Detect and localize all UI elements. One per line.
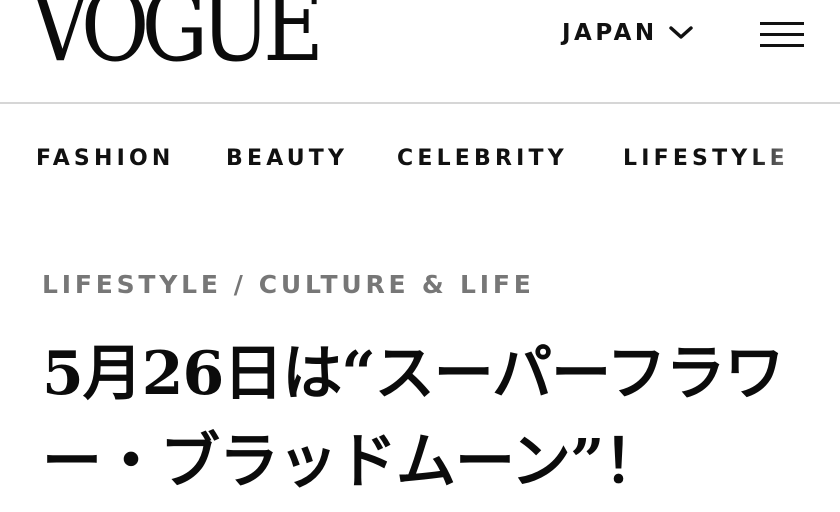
- menu-line: [760, 33, 804, 36]
- edition-label: JAPAN: [562, 20, 658, 46]
- menu-line: [760, 44, 804, 47]
- site-header: VOGUE JAPAN: [0, 0, 840, 104]
- nav-item-beauty[interactable]: BEAUTY: [226, 140, 348, 178]
- nav-item-lifestyle[interactable]: LIFESTYLE: [623, 140, 789, 178]
- breadcrumb-section-link[interactable]: LIFESTYLE: [42, 270, 222, 299]
- hamburger-menu-icon[interactable]: [760, 20, 806, 50]
- breadcrumb: LIFESTYLE / CULTURE & LIFE: [42, 266, 535, 304]
- breadcrumb-separator: /: [233, 270, 247, 299]
- nav-item-celebrity[interactable]: CELEBRITY: [397, 140, 568, 178]
- breadcrumb-subsection-link[interactable]: CULTURE & LIFE: [259, 270, 535, 299]
- edition-selector[interactable]: JAPAN: [562, 16, 694, 50]
- menu-line: [760, 22, 804, 25]
- main-navigation: FASHION BEAUTY CELEBRITY LIFESTYLE: [0, 140, 840, 180]
- article-headline: 5月26日は“スーパーフラワー・ブラッドムーン”！: [42, 339, 785, 497]
- nav-item-fashion[interactable]: FASHION: [36, 140, 175, 178]
- chevron-down-icon: [668, 26, 693, 39]
- vogue-logo[interactable]: VOGUE: [30, 0, 324, 76]
